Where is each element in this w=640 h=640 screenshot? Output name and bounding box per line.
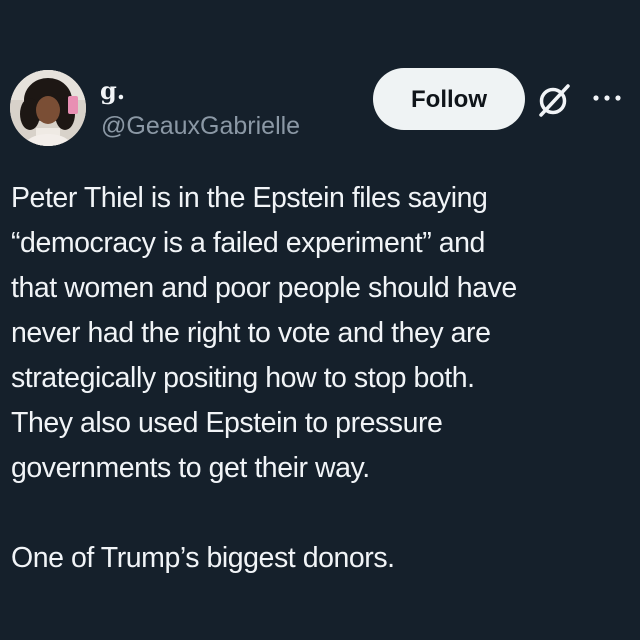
tweet-card: g. @GeauxGabrielle Follow Peter Thiel is…: [0, 0, 640, 640]
tweet-text: Peter Thiel is in the Epstein files sayi…: [11, 176, 631, 581]
display-name[interactable]: g.: [100, 78, 125, 104]
avatar[interactable]: [10, 70, 86, 146]
profile-photo-icon: [10, 70, 86, 146]
tweet-paragraph: Peter Thiel is in the Epstein files sayi…: [11, 182, 517, 484]
user-handle[interactable]: @GeauxGabrielle: [101, 112, 300, 140]
grok-icon[interactable]: [536, 82, 572, 118]
more-options-icon[interactable]: [592, 93, 622, 103]
follow-button[interactable]: Follow: [373, 68, 525, 130]
tweet-paragraph: One of Trump’s biggest donors.: [11, 542, 395, 574]
